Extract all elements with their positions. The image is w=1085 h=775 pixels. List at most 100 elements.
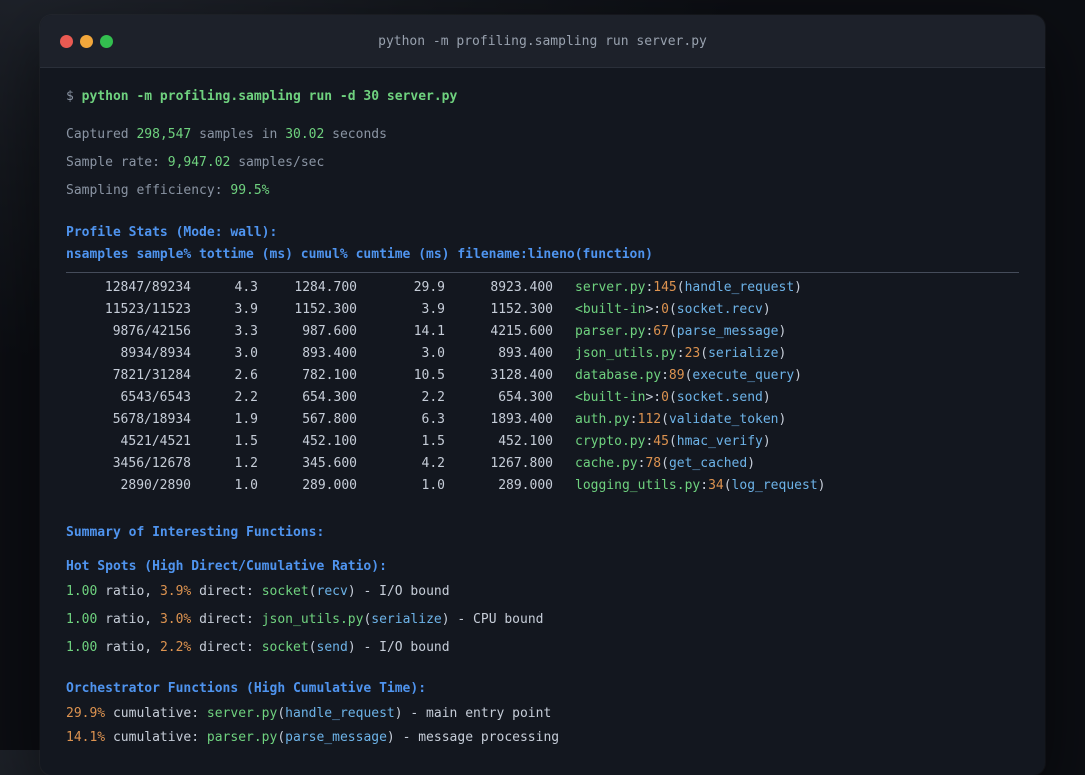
cumtime-cell: 3128.400: [490, 368, 553, 383]
line-number: 34: [708, 478, 724, 493]
tottime-cell: 782.100: [302, 368, 357, 383]
cumul-pct-cell: 1.0: [421, 478, 445, 493]
module-name: server.py: [206, 706, 278, 721]
terminal-content[interactable]: $ python -m profiling.sampling run -d 30…: [40, 68, 1045, 746]
command-text: python -m profiling.sampling run -d 30 s…: [81, 89, 458, 104]
location-cell: logging_utils.py:34(log_request): [575, 478, 826, 493]
terminal-titlebar[interactable]: python -m profiling.sampling run server.…: [40, 15, 1045, 68]
function-name: handle_request: [684, 280, 795, 295]
terminal-window: python -m profiling.sampling run server.…: [40, 15, 1045, 775]
function-name: socket.send: [676, 390, 763, 405]
cumul-pct-cell: 4.2: [421, 456, 445, 471]
hot-spot-item: 1.00 ratio, 3.9% direct: socket(recv) - …: [66, 584, 450, 599]
direct-pct: 3.9%: [159, 584, 192, 599]
function-name: recv: [316, 584, 348, 599]
table-divider: [66, 272, 1019, 273]
cumul-pct-cell: 3.0: [421, 346, 445, 361]
role-note: - message processing: [402, 730, 560, 745]
direct-pct: 3.0%: [159, 612, 192, 627]
bound-note: - I/O bound: [363, 584, 450, 599]
table-row: 2890/2890 1.0 289.000 1.0 289.000 logging_uti…: [66, 475, 1019, 497]
cumul-pct-cell: 1.5: [421, 434, 445, 449]
tottime-cell: 1284.700: [294, 280, 357, 295]
cumul-pct-cell: 14.1: [413, 324, 445, 339]
filename: server.py: [575, 280, 646, 295]
profile-stats-heading: Profile Stats (Mode: wall):: [66, 225, 278, 240]
line-number: 89: [668, 368, 685, 383]
window-title: python -m profiling.sampling run server.…: [378, 33, 707, 49]
function-name: log_request: [731, 478, 818, 493]
table-row: 4521/4521 1.5 452.100 1.5 452.100 crypto.py:4…: [66, 431, 1019, 453]
cumul-pct-cell: 6.3: [421, 412, 445, 427]
location-cell: <built-in>:0(socket.recv): [575, 302, 771, 317]
cumtime-cell: 4215.600: [490, 324, 553, 339]
nsamples-cell: 8934/8934: [120, 346, 191, 361]
function-name: socket.recv: [676, 302, 763, 317]
function-name: parse_message: [285, 730, 387, 745]
command-line: $ python -m profiling.sampling run -d 30…: [66, 89, 1019, 105]
filename: parser.py: [575, 324, 646, 339]
sample-rate-value: 9,947.02: [167, 155, 231, 170]
orchestrator-heading: Orchestrator Functions (High Cumulative …: [66, 681, 427, 696]
sample-rate-line: Sample rate: 9,947.02 samples/sec: [66, 155, 325, 170]
location-cell: database.py:89(execute_query): [575, 368, 802, 383]
location-cell: parser.py:67(parse_message): [575, 324, 787, 339]
hot-spots-heading: Hot Spots (High Direct/Cumulative Ratio)…: [66, 559, 387, 574]
nsamples-cell: 12847/89234: [104, 280, 191, 295]
maximize-button[interactable]: [100, 34, 113, 48]
cumul-pct-cell: 10.5: [413, 368, 445, 383]
close-button[interactable]: [60, 34, 73, 48]
profile-table: 12847/89234 4.3 1284.700 29.9 8923.400 server…: [66, 277, 1019, 497]
location-cell: crypto.py:45(hmac_verify): [575, 434, 771, 449]
tottime-cell: 654.300: [302, 390, 357, 405]
nsamples-cell: 11523/11523: [104, 302, 191, 317]
nsamples-cell: 7821/31284: [112, 368, 191, 383]
minimize-button[interactable]: [80, 34, 93, 48]
cumtime-cell: 289.000: [498, 478, 553, 493]
efficiency-line: Sampling efficiency: 99.5%: [66, 183, 270, 198]
line-number: 67: [653, 324, 669, 339]
line-number: 23: [684, 346, 701, 361]
table-row: 3456/12678 1.2 345.600 4.2 1267.800 cache.py:…: [66, 453, 1019, 475]
module-name: parser.py: [206, 730, 278, 745]
sample-pct-cell: 3.9: [234, 302, 258, 317]
duration-value: 30.02: [285, 127, 325, 142]
module-name: json_utils.py: [261, 612, 364, 627]
hot-spot-item: 1.00 ratio, 2.2% direct: socket(send) - …: [66, 640, 450, 655]
filename: auth.py: [575, 412, 630, 427]
line-number: 145: [653, 280, 677, 295]
cumulative-pct: 29.9%: [66, 706, 106, 721]
function-name: handle_request: [285, 706, 395, 721]
orchestrator-item: 29.9% cumulative: server.py(handle_reque…: [66, 706, 552, 721]
cumtime-cell: 1893.400: [490, 412, 553, 427]
efficiency-value: 99.5%: [230, 183, 270, 198]
samples-count: 298,547: [136, 127, 192, 142]
sample-pct-cell: 1.2: [234, 456, 258, 471]
location-cell: auth.py:112(validate_token): [575, 412, 787, 427]
bound-note: - I/O bound: [363, 640, 450, 655]
cumtime-cell: 8923.400: [490, 280, 553, 295]
orchestrator-item: 14.1% cumulative: parser.py(parse_messag…: [66, 730, 560, 745]
function-name: execute_query: [692, 368, 795, 383]
nsamples-cell: 6543/6543: [120, 390, 191, 405]
captured-line: Captured 298,547 samples in 30.02 second…: [66, 127, 387, 142]
hot-spot-item: 1.00 ratio, 3.0% direct: json_utils.py(s…: [66, 612, 544, 627]
table-row: 12847/89234 4.3 1284.700 29.9 8923.400 server…: [66, 277, 1019, 299]
tottime-cell: 1152.300: [294, 302, 357, 317]
location-cell: cache.py:78(get_cached): [575, 456, 756, 471]
table-row: 6543/6543 2.2 654.300 2.2 654.300 <built-in>:…: [66, 387, 1019, 409]
nsamples-cell: 4521/4521: [120, 434, 191, 449]
nsamples-cell: 3456/12678: [112, 456, 191, 471]
filename: crypto.py: [575, 434, 646, 449]
location-cell: json_utils.py:23(serialize): [575, 346, 787, 361]
tottime-cell: 987.600: [302, 324, 357, 339]
filename: <built-in: [575, 390, 646, 405]
table-row: 5678/18934 1.9 567.800 6.3 1893.400 auth.py:1…: [66, 409, 1019, 431]
location-cell: <built-in>:0(socket.send): [575, 390, 771, 405]
sample-pct-cell: 4.3: [234, 280, 258, 295]
cumul-pct-cell: 2.2: [421, 390, 445, 405]
function-name: hmac_verify: [676, 434, 763, 449]
sample-pct-cell: 3.3: [234, 324, 258, 339]
filename: logging_utils.py: [575, 478, 701, 493]
nsamples-cell: 9876/42156: [112, 324, 191, 339]
